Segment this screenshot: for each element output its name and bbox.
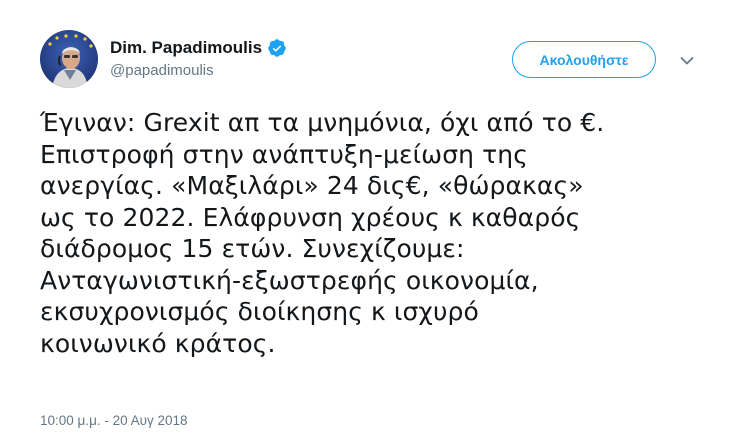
avatar-photo-icon (40, 30, 98, 88)
user-info: Dim. Papadimoulis @papadimoulis (110, 38, 287, 79)
tweet-timestamp[interactable]: 10:00 μ.μ. - 20 Αυγ 2018 (40, 413, 188, 428)
user-handle[interactable]: @papadimoulis (110, 62, 287, 79)
name-row: Dim. Papadimoulis (110, 38, 287, 58)
avatar[interactable] (40, 30, 98, 88)
tweet-text: Έγιναν: Grexit απ τα μνημόνια, όχι από τ… (40, 108, 605, 358)
follow-button[interactable]: Ακολουθήστε (512, 41, 656, 78)
chevron-down-icon (680, 57, 694, 65)
tweet-card: Dim. Papadimoulis @papadimoulis Ακολουθή… (0, 0, 735, 442)
display-name[interactable]: Dim. Papadimoulis (110, 38, 262, 58)
verified-badge-icon (267, 38, 287, 58)
more-options-button[interactable] (677, 51, 697, 71)
